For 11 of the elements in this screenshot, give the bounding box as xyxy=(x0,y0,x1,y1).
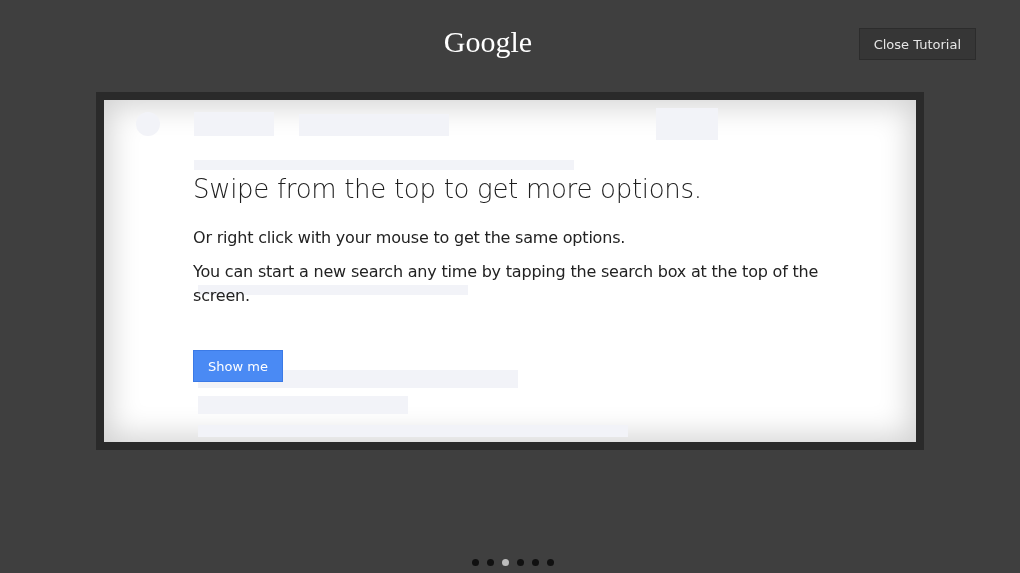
page-dot[interactable] xyxy=(487,559,494,566)
tutorial-title: Swipe from the top to get more options. xyxy=(193,174,703,204)
instruction-text: Or right click with your mouse to get the same options. xyxy=(193,227,627,249)
page-dot[interactable] xyxy=(472,559,479,566)
page-dot[interactable] xyxy=(502,559,509,566)
google-logo: Google xyxy=(443,25,533,59)
instruction-text: You can start a new search any time by tapping the search box at the top of the screen. xyxy=(193,261,820,307)
page-dot[interactable] xyxy=(517,559,524,566)
close-tutorial-button[interactable]: Close Tutorial xyxy=(858,28,976,60)
page-dot[interactable] xyxy=(532,559,539,566)
page-dot[interactable] xyxy=(547,559,554,566)
